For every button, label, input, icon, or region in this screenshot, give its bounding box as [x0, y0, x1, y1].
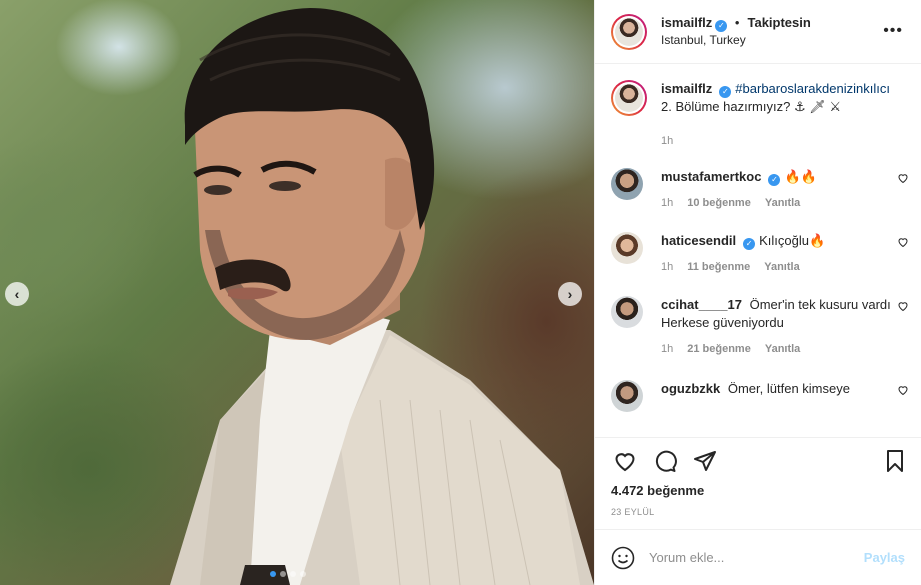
carousel-next-button[interactable]: › — [558, 282, 582, 306]
carousel-dot — [290, 571, 296, 577]
heart-icon[interactable] — [897, 236, 909, 248]
comment-item: oguzbzkk Ömer, lütfen kimseye — [611, 380, 908, 412]
caption-username[interactable]: ismailflz — [661, 81, 712, 96]
caption-avatar[interactable] — [611, 80, 647, 116]
comment-time[interactable]: 1h — [661, 258, 673, 276]
comment-time[interactable]: 1h — [661, 340, 673, 358]
heart-icon[interactable] — [897, 172, 909, 184]
bookmark-icon[interactable] — [875, 441, 915, 481]
post-actions — [595, 437, 921, 483]
caption-time[interactable]: 1h — [661, 132, 673, 150]
reply-button[interactable]: Yanıtla — [765, 340, 800, 358]
carousel-dot — [300, 571, 306, 577]
post-comment-button[interactable]: Paylaş — [864, 550, 905, 565]
commenter-avatar[interactable] — [611, 380, 643, 412]
more-icon[interactable]: ••• — [883, 22, 903, 40]
comment-item: mustafamertkoc ✓ 🔥🔥 1h 10 beğenme Yanıtla — [611, 168, 908, 212]
commenter-avatar[interactable] — [611, 232, 643, 264]
commenter-avatar[interactable] — [611, 168, 643, 200]
comment-text: Ömer, lütfen kimseye — [727, 381, 850, 396]
comment-item: haticesendil ✓ Kılıçoğlu🔥 1h 11 beğenme Ya… — [611, 232, 908, 276]
author-username[interactable]: ismailflz — [661, 15, 712, 30]
caption-text: 2. Bölüme hazırmıyız? — [661, 99, 791, 114]
heart-icon[interactable] — [897, 300, 909, 312]
post-modal: ‹ › ismailflz ✓ • Takiptesin Istanbul, Tur… — [0, 0, 921, 585]
reply-button[interactable]: Yanıtla — [764, 258, 799, 276]
verified-icon: ✓ — [768, 174, 781, 186]
verified-icon: ✓ — [743, 238, 756, 250]
comment-likes[interactable]: 11 beğenme — [687, 258, 750, 276]
comment-likes[interactable]: 10 beğenme — [687, 194, 751, 212]
commenter-username[interactable]: mustafamertkoc — [661, 169, 761, 184]
comment-text: Kılıçoğlu🔥 — [759, 233, 826, 248]
post-photo[interactable]: ‹ › — [0, 0, 594, 585]
caption-hashtag[interactable]: #barbaroslarakdenizinkılıcı — [735, 81, 890, 96]
commenter-username[interactable]: oguzbzkk — [661, 381, 720, 396]
separator-dot: • — [734, 15, 740, 30]
reply-button[interactable]: Yanıtla — [765, 194, 800, 212]
likes-count[interactable]: 4.472 beğenme — [595, 483, 921, 503]
comment-likes[interactable]: 21 beğenme — [687, 340, 751, 358]
commenter-username[interactable]: haticesendil — [661, 233, 736, 248]
carousel-prev-button[interactable]: ‹ — [5, 282, 29, 306]
post-header: ismailflz ✓ • Takiptesin Istanbul, Turkey … — [595, 0, 921, 64]
post-date[interactable]: 23 EYLÜL — [595, 503, 921, 529]
comment-icon[interactable] — [645, 441, 685, 481]
comment-input[interactable] — [649, 550, 864, 565]
comment-time[interactable]: 1h — [661, 194, 673, 212]
commenter-username[interactable]: ccihat____17 — [661, 297, 742, 312]
emoji-icon[interactable] — [611, 546, 635, 570]
post-location[interactable]: Istanbul, Turkey — [661, 32, 811, 49]
carousel-indicator — [270, 571, 306, 577]
verified-icon: ✓ — [715, 20, 728, 32]
heart-icon[interactable] — [605, 441, 645, 481]
follow-status[interactable]: Takiptesin — [747, 15, 810, 30]
comment-text: 🔥🔥 — [784, 169, 817, 184]
comment-item: ccihat____17 Ömer'in tek kusuru vardı He… — [611, 296, 908, 358]
heart-icon[interactable] — [897, 384, 909, 396]
carousel-dot — [280, 571, 286, 577]
post-details-panel: ismailflz ✓ • Takiptesin Istanbul, Turkey … — [594, 0, 921, 585]
portrait-image — [170, 8, 594, 585]
commenter-avatar[interactable] — [611, 296, 643, 328]
comments-list[interactable]: ismailflz ✓ #barbaroslarakdenizinkılıcı 2.… — [595, 64, 921, 437]
caption: ismailflz ✓ #barbaroslarakdenizinkılıcı 2.… — [611, 80, 905, 150]
author-avatar[interactable] — [611, 13, 647, 50]
add-comment-bar: Paylaş — [595, 529, 921, 585]
carousel-dot — [270, 571, 276, 577]
verified-icon: ✓ — [719, 86, 732, 98]
caption-emojis: ⚓ 🗡 ⚔ — [793, 99, 841, 114]
share-icon[interactable] — [685, 441, 725, 481]
